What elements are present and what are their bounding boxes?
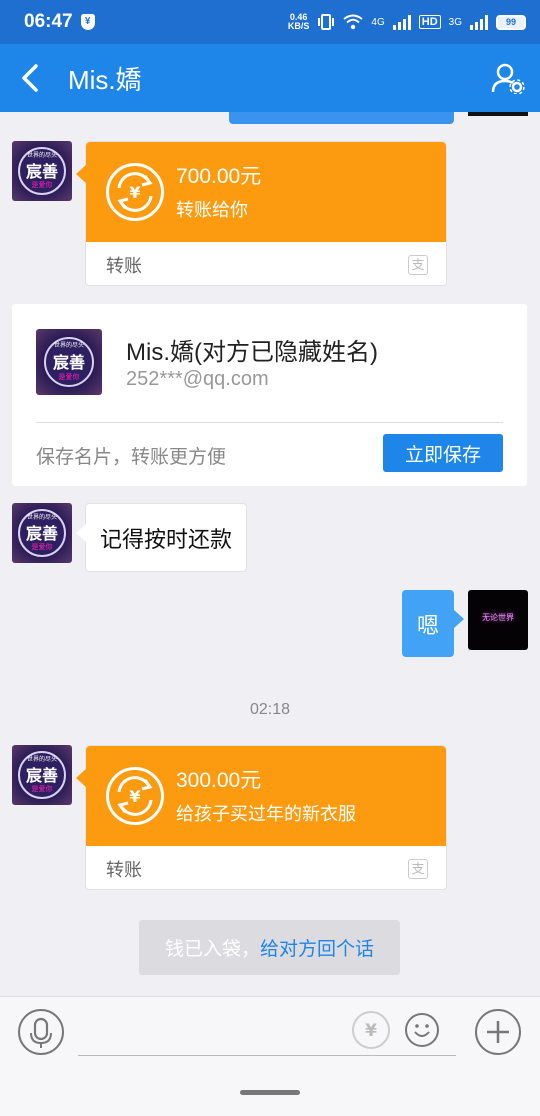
navigation-bar xyxy=(0,1066,540,1116)
contact-avatar: 世界的尽头 宸善 是爱你 xyxy=(36,329,102,395)
avatar-red-text: 是爱你 xyxy=(31,544,53,551)
transfer-note: 转账给你 xyxy=(176,200,248,220)
transfer-card-top: ¥ 700.00元 转账给你 xyxy=(76,142,446,242)
self-avatar[interactable]: 无论世界 xyxy=(468,590,528,650)
message-text: 嗯 xyxy=(416,612,439,638)
net-speed: 0.46 KB/S xyxy=(287,12,310,31)
message-bubble-self[interactable]: 嗯 xyxy=(402,590,464,657)
message-input[interactable] xyxy=(78,1055,456,1056)
transfer-coin-icon: ¥ xyxy=(106,163,164,221)
signal-icon xyxy=(392,14,411,30)
transfer-card[interactable]: ¥ 300.00元 给孩子买过年的新衣服 转账 支 xyxy=(76,745,447,890)
previous-avatar xyxy=(468,112,528,116)
avatar-text: 宸善 xyxy=(25,524,58,543)
page-title: Mis.嬌 xyxy=(68,64,142,95)
chevron-left-icon xyxy=(22,64,38,92)
message-text: 记得按时还款 xyxy=(100,526,233,552)
emoji-button[interactable] xyxy=(405,1013,439,1047)
avatar[interactable]: 世界的尽头 宸善 是爱你 xyxy=(12,745,72,805)
transfer-amount: 700.00元 xyxy=(176,165,262,188)
chat-area[interactable]: 世界的尽头 宸善 是爱你 ¥ 700.00元 转账给你 转账 支 世界的尽头 宸… xyxy=(0,112,540,996)
avatar-red-text: 是爱你 xyxy=(31,182,53,189)
save-contact-button[interactable]: 立即保存 xyxy=(383,434,503,472)
shield-icon: ¥ xyxy=(80,14,95,30)
avatar-small-text: 世界的尽头 xyxy=(53,343,84,349)
transfer-card-bottom: 转账 支 xyxy=(86,242,446,286)
avatar-text: 无论世界 xyxy=(482,613,514,622)
previous-bubble xyxy=(229,112,454,124)
transfer-card-bottom: 转账 支 xyxy=(86,846,446,890)
battery-level: 99 xyxy=(505,16,516,27)
contact-email: 252***@qq.com xyxy=(126,368,269,390)
transfer-note: 给孩子买过年的新衣服 xyxy=(176,804,356,824)
input-bar: ¥ xyxy=(0,996,540,1066)
red-packet-button[interactable]: ¥ xyxy=(352,1011,390,1049)
net-4g-label: 4G xyxy=(371,16,385,28)
transfer-amount: 300.00元 xyxy=(176,769,262,792)
status-bar: 06:47 ¥ 0.46 KB/S 4G HD 3G 99 xyxy=(0,0,540,44)
alipay-icon: 支 xyxy=(408,255,428,275)
plus-icon xyxy=(487,1021,509,1043)
title-bar: Mis.嬌 xyxy=(0,44,540,112)
smiley-icon xyxy=(414,1024,430,1037)
reply-link[interactable]: 给对方回个话 xyxy=(260,934,374,961)
message-bubble[interactable]: 记得按时还款 xyxy=(76,503,248,572)
profile-settings-button[interactable] xyxy=(476,44,540,112)
timestamp: 02:18 xyxy=(249,701,291,718)
svg-text:¥: ¥ xyxy=(129,787,140,806)
transfer-label: 转账 xyxy=(106,860,142,880)
voice-button[interactable] xyxy=(18,1009,64,1055)
back-button[interactable] xyxy=(0,44,60,112)
home-indicator[interactable] xyxy=(240,1090,300,1095)
system-tip: 钱已入袋， 给对方回个话 xyxy=(139,920,400,975)
money-transfer-icon: ¥ xyxy=(365,1021,377,1041)
contact-name: Mis.嬌(对方已隐藏姓名) xyxy=(126,339,378,366)
avatar-text: 宸善 xyxy=(25,766,58,785)
bubble-arrow xyxy=(76,524,86,542)
user-settings-icon xyxy=(491,63,525,94)
status-time: 06:47 xyxy=(24,11,73,32)
avatar-text: 宸善 xyxy=(52,353,85,372)
alipay-icon: 支 xyxy=(408,859,428,879)
signal-icon-2 xyxy=(470,14,488,30)
hd-label: HD xyxy=(418,15,441,29)
svg-text:¥: ¥ xyxy=(365,1021,377,1041)
battery-icon: 99 xyxy=(496,14,526,30)
svg-text:¥: ¥ xyxy=(129,183,140,202)
contact-card[interactable]: 世界的尽头 宸善 是爱你 Mis.嬌(对方已隐藏姓名) 252***@qq.co… xyxy=(12,304,527,486)
net-3g-label: 3G xyxy=(448,16,462,28)
status-icons: 0.46 KB/S 4G HD 3G 99 xyxy=(288,13,526,31)
bubble-arrow xyxy=(454,610,464,628)
avatar-red-text: 是爱你 xyxy=(31,786,53,793)
transfer-card[interactable]: ¥ 700.00元 转账给你 转账 支 xyxy=(76,141,447,286)
microphone-icon xyxy=(30,1017,52,1048)
avatar-red-text: 是爱你 xyxy=(58,374,80,381)
avatar[interactable]: 世界的尽头 宸善 是爱你 xyxy=(12,141,72,201)
transfer-label: 转账 xyxy=(106,256,142,276)
system-tip-text: 钱已入袋， xyxy=(164,939,260,960)
transfer-card-top: ¥ 300.00元 给孩子买过年的新衣服 xyxy=(76,746,446,846)
more-button[interactable] xyxy=(475,1009,521,1055)
wifi-icon xyxy=(343,14,364,30)
bubble-arrow xyxy=(76,164,87,184)
transfer-coin-icon: ¥ xyxy=(106,767,164,825)
divider xyxy=(36,422,503,423)
contact-hint: 保存名片，转账更方便 xyxy=(36,447,227,468)
avatar[interactable]: 世界的尽头 宸善 是爱你 xyxy=(12,503,72,563)
vibrate-icon xyxy=(318,14,335,30)
avatar-text: 宸善 xyxy=(25,162,58,181)
bubble-arrow xyxy=(76,768,87,788)
